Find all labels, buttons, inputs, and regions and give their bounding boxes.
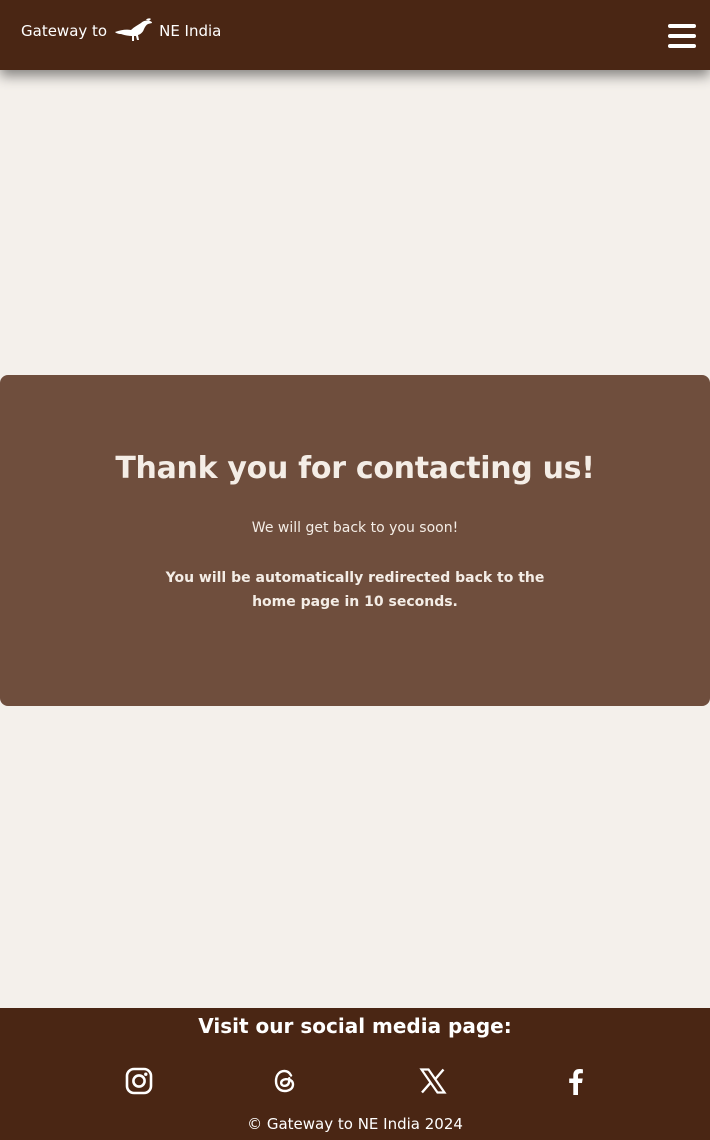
footer: Visit our social media page: © Gateway t… xyxy=(0,1008,710,1140)
instagram-icon[interactable] xyxy=(124,1066,154,1096)
threads-icon[interactable] xyxy=(270,1066,300,1096)
site-logo[interactable]: Gateway to NE India xyxy=(21,17,221,45)
copyright-text: © Gateway to NE India 2024 xyxy=(247,1115,463,1133)
menu-bar xyxy=(668,44,696,48)
hamburger-menu-icon[interactable] xyxy=(668,24,696,48)
confirmation-subtitle: We will get back to you soon! xyxy=(251,520,459,536)
facebook-icon[interactable] xyxy=(561,1066,591,1096)
confirmation-card: Thank you for contacting us! We will get… xyxy=(0,375,710,706)
x-icon[interactable] xyxy=(418,1066,448,1096)
logo-text-suffix: NE India xyxy=(159,22,222,40)
redirect-notice: You will be automatically redirected bac… xyxy=(165,570,545,610)
social-heading: Visit our social media page: xyxy=(198,1014,512,1038)
menu-bar xyxy=(668,34,696,38)
logo-text-prefix: Gateway to xyxy=(21,22,108,40)
hornbill-bird-icon xyxy=(113,17,153,45)
menu-bar xyxy=(668,24,696,28)
top-navbar: Gateway to NE India xyxy=(0,0,710,70)
confirmation-title: Thank you for contacting us! xyxy=(115,451,595,486)
